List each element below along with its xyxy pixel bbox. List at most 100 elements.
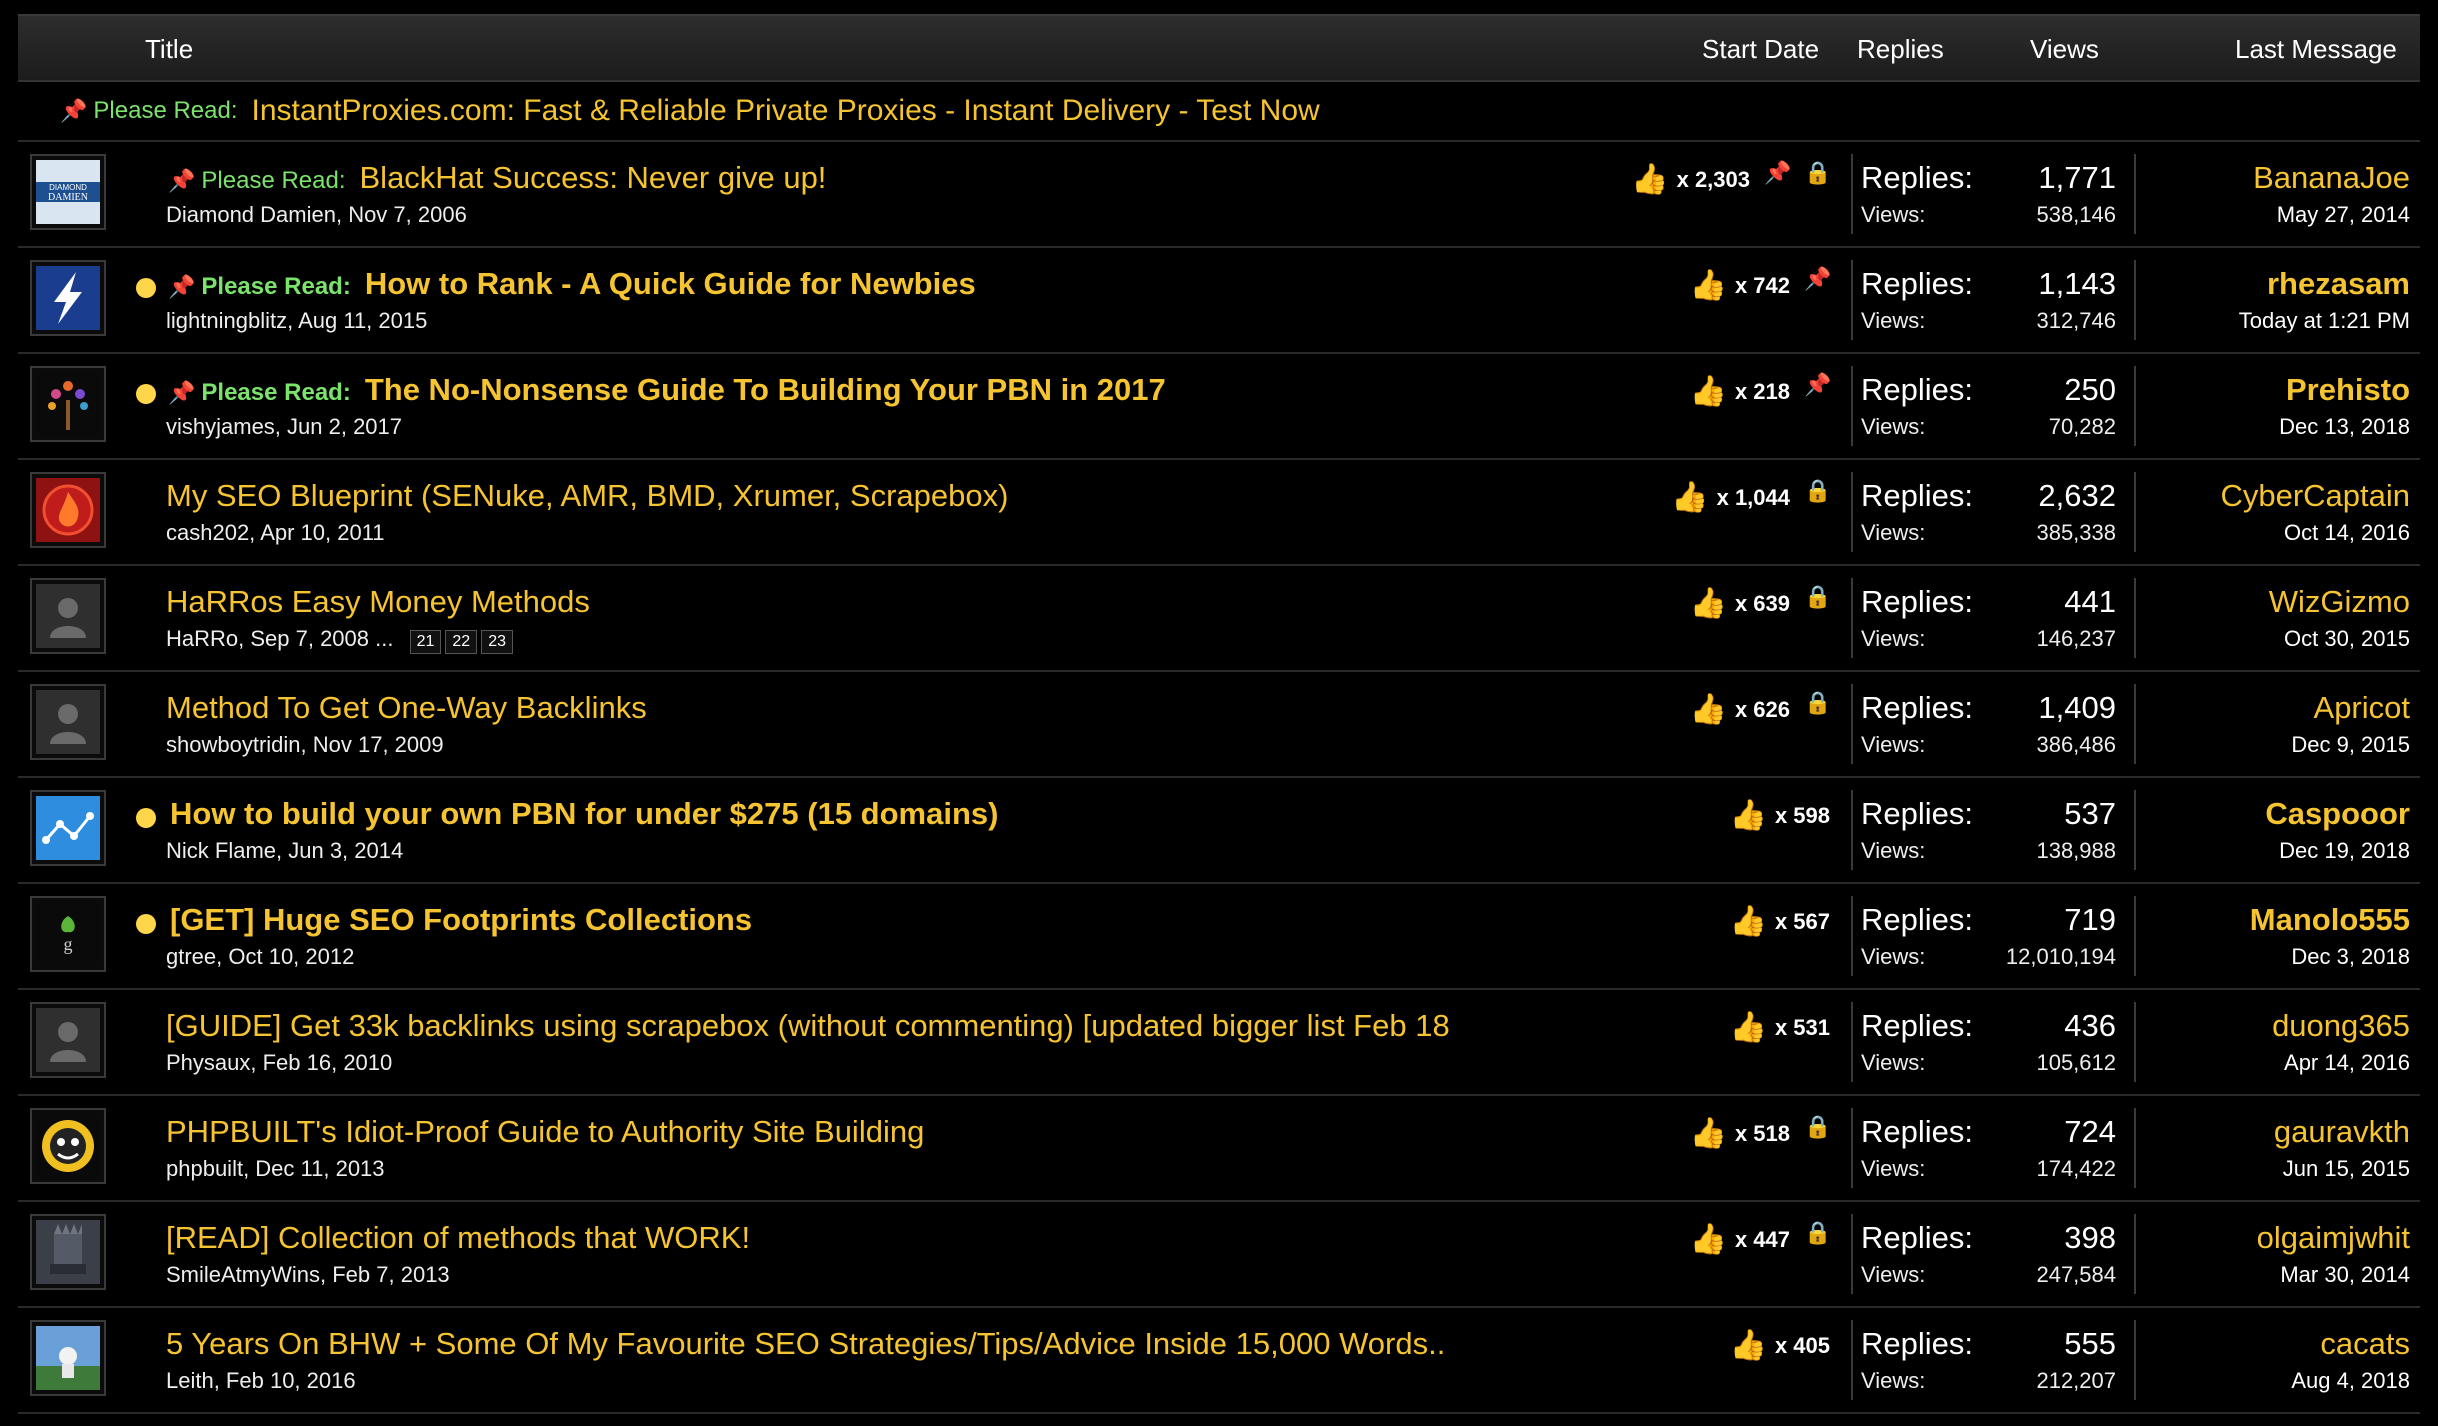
thread-author-date[interactable]: gtree, Oct 10, 2012 <box>166 944 354 969</box>
please-read-label: Please Read: <box>201 273 351 300</box>
replies-label: Replies: <box>1861 266 1973 301</box>
thread-author-date[interactable]: Leith, Feb 10, 2016 <box>166 1368 356 1393</box>
thread-title-link[interactable]: [GET] Huge SEO Footprints Collections <box>170 902 752 937</box>
like-count: x 639 <box>1734 590 1790 616</box>
views-count: 312,746 <box>2036 308 2116 333</box>
thread-title-link[interactable]: BlackHat Success: Never give up! <box>360 160 827 195</box>
thread-row[interactable]: 5 Years On BHW + Some Of My Favourite SE… <box>18 1308 2420 1414</box>
thread-author-date[interactable]: Diamond Damien, Nov 7, 2006 <box>166 202 467 227</box>
thread-author-date[interactable]: Physaux, Feb 16, 2010 <box>166 1050 392 1075</box>
sponsored-link[interactable]: InstantProxies.com: Fast & Reliable Priv… <box>252 94 1320 128</box>
thread-title-link[interactable]: [READ] Collection of methods that WORK! <box>166 1220 750 1255</box>
last-post-date[interactable]: Jun 15, 2015 <box>2283 1156 2410 1182</box>
last-post-date[interactable]: Dec 13, 2018 <box>2279 414 2410 440</box>
thread-row[interactable]: [GUIDE] Get 33k backlinks using scrapebo… <box>18 990 2420 1096</box>
last-post-date[interactable]: Oct 30, 2015 <box>2284 626 2410 652</box>
thread-title-link[interactable]: PHPBUILT's Idiot-Proof Guide to Authorit… <box>166 1114 924 1149</box>
page-link[interactable]: 22 <box>445 630 478 654</box>
thread-title-link[interactable]: How to Rank - A Quick Guide for Newbies <box>365 266 976 301</box>
sort-replies[interactable]: Replies <box>1857 34 1944 65</box>
avatar[interactable] <box>30 260 106 336</box>
like-count: x 531 <box>1774 1014 1830 1040</box>
thread-row[interactable]: g [GET] Huge SEO Footprints Collections gt… <box>18 884 2420 990</box>
replies-label: Replies: <box>1861 902 1973 937</box>
sticky-pin-icon: 📌 <box>1764 160 1792 185</box>
last-post-date[interactable]: May 27, 2014 <box>2277 202 2410 228</box>
sort-last-message[interactable]: Last Message <box>2235 34 2397 65</box>
last-post-date[interactable]: Today at 1:21 PM <box>2239 308 2410 334</box>
last-post-date[interactable]: Aug 4, 2018 <box>2291 1368 2410 1394</box>
thread-title-link[interactable]: 5 Years On BHW + Some Of My Favourite SE… <box>166 1326 1445 1361</box>
column-divider <box>2134 1214 2136 1294</box>
thread-row[interactable]: My SEO Blueprint (SENuke, AMR, BMD, Xrum… <box>18 460 2420 566</box>
sort-views[interactable]: Views <box>2030 34 2099 65</box>
sort-start-date[interactable]: Start Date <box>1702 34 1819 65</box>
thread-author-date[interactable]: showboytridin, Nov 17, 2009 <box>166 732 444 757</box>
thread-author-date[interactable]: Nick Flame, Jun 3, 2014 <box>166 838 403 863</box>
sort-title[interactable]: Title <box>145 34 193 65</box>
last-poster-link[interactable]: Prehisto <box>2286 372 2410 408</box>
thread-row[interactable]: How to build your own PBN for under $275… <box>18 778 2420 884</box>
last-poster-link[interactable]: duong365 <box>2272 1008 2410 1044</box>
thread-author-date[interactable]: cash202, Apr 10, 2011 <box>166 520 385 545</box>
avatar[interactable] <box>30 684 106 760</box>
thread-title-link[interactable]: The No-Nonsense Guide To Building Your P… <box>365 372 1166 407</box>
views-count: 138,988 <box>2036 838 2116 863</box>
last-post-date[interactable]: Apr 14, 2016 <box>2284 1050 2410 1076</box>
avatar[interactable] <box>30 578 106 654</box>
last-poster-link[interactable]: rhezasam <box>2267 266 2410 302</box>
avatar[interactable]: DIAMOND DAMIEN <box>30 154 106 230</box>
thread-title-link[interactable]: How to build your own PBN for under $275… <box>170 796 998 831</box>
thread-author-date[interactable]: lightningblitz, Aug 11, 2015 <box>166 308 427 333</box>
last-post-date[interactable]: Dec 3, 2018 <box>2291 944 2410 970</box>
last-post-date[interactable]: Dec 19, 2018 <box>2279 838 2410 864</box>
last-poster-link[interactable]: BananaJoe <box>2253 160 2410 196</box>
replies-count: 398 <box>2064 1220 2116 1255</box>
replies-count: 537 <box>2064 796 2116 831</box>
last-poster-link[interactable]: olgaimjwhit <box>2257 1220 2410 1256</box>
last-poster-link[interactable]: Caspooor <box>2265 796 2410 832</box>
avatar[interactable] <box>30 1320 106 1396</box>
avatar[interactable] <box>30 1214 106 1290</box>
thread-row[interactable]: PHPBUILT's Idiot-Proof Guide to Authorit… <box>18 1096 2420 1202</box>
avatar[interactable] <box>30 1002 106 1078</box>
column-divider <box>1851 472 1853 552</box>
thread-row[interactable]: 📌 Please Read: How to Rank - A Quick Guide… <box>18 248 2420 354</box>
thread-row[interactable]: DIAMOND DAMIEN 📌 Please Read: BlackHat Succe… <box>18 142 2420 248</box>
like-thumb-icon: 👍 <box>1689 1223 1727 1256</box>
last-poster-link[interactable]: gauravkth <box>2274 1114 2410 1150</box>
thread-author-date[interactable]: HaRRo, Sep 7, 2008 <box>166 626 369 651</box>
thread-title-link[interactable]: My SEO Blueprint (SENuke, AMR, BMD, Xrum… <box>166 478 1008 513</box>
last-post-date[interactable]: Mar 30, 2014 <box>2280 1262 2410 1288</box>
thread-title-link[interactable]: [GUIDE] Get 33k backlinks using scrapebo… <box>166 1008 1450 1043</box>
pin-icon: 📌 <box>168 168 196 193</box>
page-link[interactable]: 23 <box>481 630 513 654</box>
thread-author-date[interactable]: SmileAtmyWins, Feb 7, 2013 <box>166 1262 450 1287</box>
last-poster-link[interactable]: cacats <box>2320 1326 2410 1362</box>
page-ellipsis: ... <box>369 626 400 651</box>
avatar[interactable] <box>30 790 106 866</box>
avatar[interactable] <box>30 472 106 548</box>
last-post-date[interactable]: Dec 9, 2015 <box>2291 732 2410 758</box>
thread-title-link[interactable]: Method To Get One-Way Backlinks <box>166 690 647 725</box>
thread-title-link[interactable]: HaRRos Easy Money Methods <box>166 584 590 619</box>
like-thumb-icon: 👍 <box>1631 163 1669 196</box>
page-link[interactable]: 21 <box>409 630 442 654</box>
thread-row[interactable]: Method To Get One-Way Backlinks showboytr… <box>18 672 2420 778</box>
thread-row[interactable]: [READ] Collection of methods that WORK! S… <box>18 1202 2420 1308</box>
last-post-date[interactable]: Oct 14, 2016 <box>2284 520 2410 546</box>
thread-author-date[interactable]: vishyjames, Jun 2, 2017 <box>166 414 402 439</box>
thread-author-date[interactable]: phpbuilt, Dec 11, 2013 <box>166 1156 385 1181</box>
unread-indicator-icon <box>136 384 156 404</box>
lock-icon: 🔒 <box>1804 478 1832 503</box>
last-poster-link[interactable]: CyberCaptain <box>2220 478 2410 514</box>
last-poster-link[interactable]: Manolo555 <box>2250 902 2410 938</box>
avatar[interactable] <box>30 366 106 442</box>
last-poster-link[interactable]: Apricot <box>2314 690 2410 726</box>
avatar[interactable] <box>30 1108 106 1184</box>
thread-row[interactable]: 📌 Please Read: The No-Nonsense Guide To Bu… <box>18 354 2420 460</box>
last-poster-link[interactable]: WizGizmo <box>2269 584 2410 620</box>
avatar[interactable]: g <box>30 896 106 972</box>
thread-row[interactable]: HaRRos Easy Money Methods HaRRo, Sep 7, 2… <box>18 566 2420 672</box>
views-count: 70,282 <box>2048 414 2116 439</box>
